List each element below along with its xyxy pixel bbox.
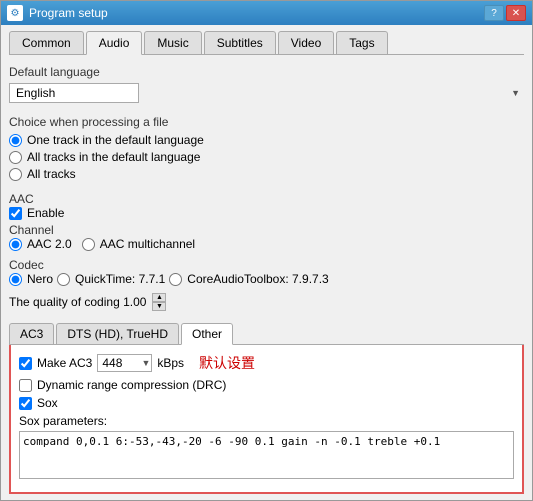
make-ac3-checkbox[interactable] [19,357,32,370]
quality-down[interactable]: ▼ [152,302,166,311]
content-area: Common Audio Music Subtitles Video Tags … [1,25,532,500]
quality-up[interactable]: ▲ [152,293,166,302]
coreaudiotoolbox-radio[interactable] [169,273,182,286]
choice-label-3: All tracks [27,167,76,181]
kbps-label: kBps [157,356,184,370]
tab-tags[interactable]: Tags [336,31,387,54]
kbps-select[interactable]: 192 256 320 384 448 640 [97,354,152,372]
sox-row: Sox [19,396,514,410]
channel-row: AAC 2.0 AAC multichannel [9,237,524,254]
aac-label: AAC [9,192,524,206]
make-ac3-label: Make AC3 [37,356,92,370]
aac-multi-radio[interactable] [82,238,95,251]
channel-label: Channel [9,223,524,237]
aac-multi-label: AAC multichannel [100,237,195,251]
quicktime-label: QuickTime: 7.7.1 [75,272,165,286]
coreaudiotoolbox-row: CoreAudioToolbox: 7.9.7.3 [169,272,328,286]
quality-spinner: ▲ ▼ [152,293,166,311]
aac-enable-checkbox[interactable] [9,207,22,220]
main-tab-bar: Common Audio Music Subtitles Video Tags [9,31,524,55]
other-panel: Make AC3 192 256 320 384 448 640 ▼ kBps … [9,345,524,494]
aac-multi-row: AAC multichannel [82,237,195,251]
window-icon: ⚙ [7,5,23,21]
default-language-label: Default language [9,65,524,79]
tab-music[interactable]: Music [144,31,201,54]
choice-row-3: All tracks [9,167,524,181]
choice-label-1: One track in the default language [27,133,204,147]
quality-row: The quality of coding 1.00 ▲ ▼ [9,293,524,311]
window-title: Program setup [29,6,108,20]
tab-audio[interactable]: Audio [86,31,143,55]
language-select-wrap: English French German ▼ [9,83,524,103]
drc-row: Dynamic range compression (DRC) [19,378,514,392]
choice-radio-2[interactable] [9,151,22,164]
choice-label: Choice when processing a file [9,115,524,129]
tab-video[interactable]: Video [278,31,334,54]
aac-enable-row: Enable [9,206,524,220]
program-setup-window: ⚙ Program setup ? ✕ Common Audio Music S… [0,0,533,501]
tab-common[interactable]: Common [9,31,84,54]
drc-label: Dynamic range compression (DRC) [37,378,226,392]
default-text: 默认设置 [199,353,255,373]
language-select[interactable]: English French German [9,83,139,103]
aac-enable-label: Enable [27,206,64,220]
aac20-row: AAC 2.0 [9,237,72,251]
drc-checkbox[interactable] [19,379,32,392]
sox-label: Sox [37,396,58,410]
nero-radio[interactable] [9,273,22,286]
title-bar: ⚙ Program setup ? ✕ [1,1,532,25]
choice-label-2: All tracks in the default language [27,150,200,164]
choice-row-2: All tracks in the default language [9,150,524,164]
sox-params-label: Sox parameters: [19,414,514,428]
nero-label: Nero [27,272,53,286]
sub-tab-bar: AC3 DTS (HD), TrueHD Other [9,323,524,345]
title-bar-left: ⚙ Program setup [7,5,108,21]
codec-row: Nero QuickTime: 7.7.1 CoreAudioToolbox: … [9,272,524,289]
make-ac3-row: Make AC3 192 256 320 384 448 640 ▼ kBps … [19,353,514,373]
kbps-select-wrap: 192 256 320 384 448 640 ▼ [97,354,152,372]
sox-params-textarea[interactable] [19,431,514,479]
aac20-label: AAC 2.0 [27,237,72,251]
help-button[interactable]: ? [484,5,504,21]
coreaudiotoolbox-label: CoreAudioToolbox: 7.9.7.3 [187,272,328,286]
sub-tab-other[interactable]: Other [181,323,233,345]
language-select-arrow: ▼ [511,88,520,98]
aac-section: AAC Enable Channel AAC 2.0 AAC multichan… [9,192,524,317]
quicktime-row: QuickTime: 7.7.1 [57,272,165,286]
quality-label: The quality of coding 1.00 [9,295,146,309]
close-button[interactable]: ✕ [506,5,526,21]
choice-radio-3[interactable] [9,168,22,181]
sox-checkbox[interactable] [19,397,32,410]
sub-tab-ac3[interactable]: AC3 [9,323,54,344]
sub-tab-dts[interactable]: DTS (HD), TrueHD [56,323,179,344]
quicktime-radio[interactable] [57,273,70,286]
codec-label: Codec [9,258,524,272]
tab-subtitles[interactable]: Subtitles [204,31,276,54]
title-controls: ? ✕ [484,5,526,21]
nero-row: Nero [9,272,53,286]
choice-row-1: One track in the default language [9,133,524,147]
aac20-radio[interactable] [9,238,22,251]
choice-radio-1[interactable] [9,134,22,147]
choice-group: One track in the default language All tr… [9,133,524,184]
